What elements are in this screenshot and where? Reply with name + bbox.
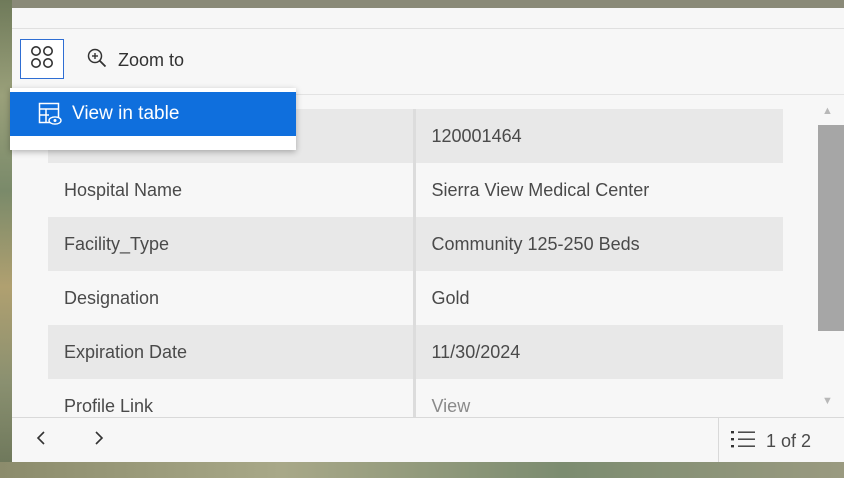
view-in-table-menu-item[interactable]: View in table: [10, 92, 296, 136]
field-value: Community 125-250 Beds: [414, 217, 783, 271]
field-label: Expiration Date: [48, 325, 416, 379]
table-row: Hospital Name Sierra View Medical Center: [48, 163, 783, 217]
field-value: 120001464: [414, 109, 783, 163]
popup-toolbar: Zoom to: [12, 29, 844, 95]
table-row: Expiration Date 11/30/2024: [48, 325, 783, 379]
feature-popup-panel: Zoom to 120001464 Hospital Name Sierra Vie…: [12, 8, 844, 462]
field-value: Gold: [414, 271, 783, 325]
table-view-icon: [38, 102, 62, 126]
zoom-to-button[interactable]: Zoom to: [86, 47, 184, 74]
scroll-down-arrow-icon[interactable]: ▼: [822, 395, 833, 407]
page-indicator: 1 of 2: [766, 431, 812, 451]
footer-divider: [718, 418, 719, 462]
actions-menu-button[interactable]: [20, 39, 64, 79]
table-row: Facility_Type Community 125-250 Beds: [48, 217, 783, 271]
list-icon: [730, 428, 756, 455]
scrollbar-thumb[interactable]: [818, 125, 844, 331]
actions-menu-popover: View in table: [10, 88, 296, 150]
previous-button[interactable]: [26, 424, 56, 456]
zoom-to-label: Zoom to: [118, 50, 185, 70]
field-label: Hospital Name: [48, 163, 416, 217]
chevron-left-icon: [35, 430, 47, 451]
field-label: Designation: [48, 271, 416, 325]
field-value: Sierra View Medical Center: [414, 163, 783, 217]
field-label: Profile Link: [48, 379, 416, 417]
attribute-table: 120001464 Hospital Name Sierra View Medica…: [48, 109, 783, 417]
view-in-table-label: View in table: [72, 103, 180, 124]
scroll-up-arrow-icon[interactable]: ▲: [822, 105, 833, 117]
map-background-strip: [0, 0, 12, 478]
profile-link[interactable]: View: [414, 379, 783, 417]
chevron-right-icon: [93, 430, 105, 451]
grid-four-circles-icon: [30, 45, 54, 74]
table-row: Profile Link View: [48, 379, 783, 417]
table-row: Designation Gold: [48, 271, 783, 325]
popup-footer: 1 of 2: [12, 417, 844, 462]
field-value: 11/30/2024: [414, 325, 783, 379]
next-button[interactable]: [84, 424, 114, 456]
feature-list-button[interactable]: 1 of 2: [730, 428, 811, 455]
field-label: Facility_Type: [48, 217, 416, 271]
map-background-bottom: [0, 462, 844, 478]
zoom-in-icon: [86, 47, 108, 74]
